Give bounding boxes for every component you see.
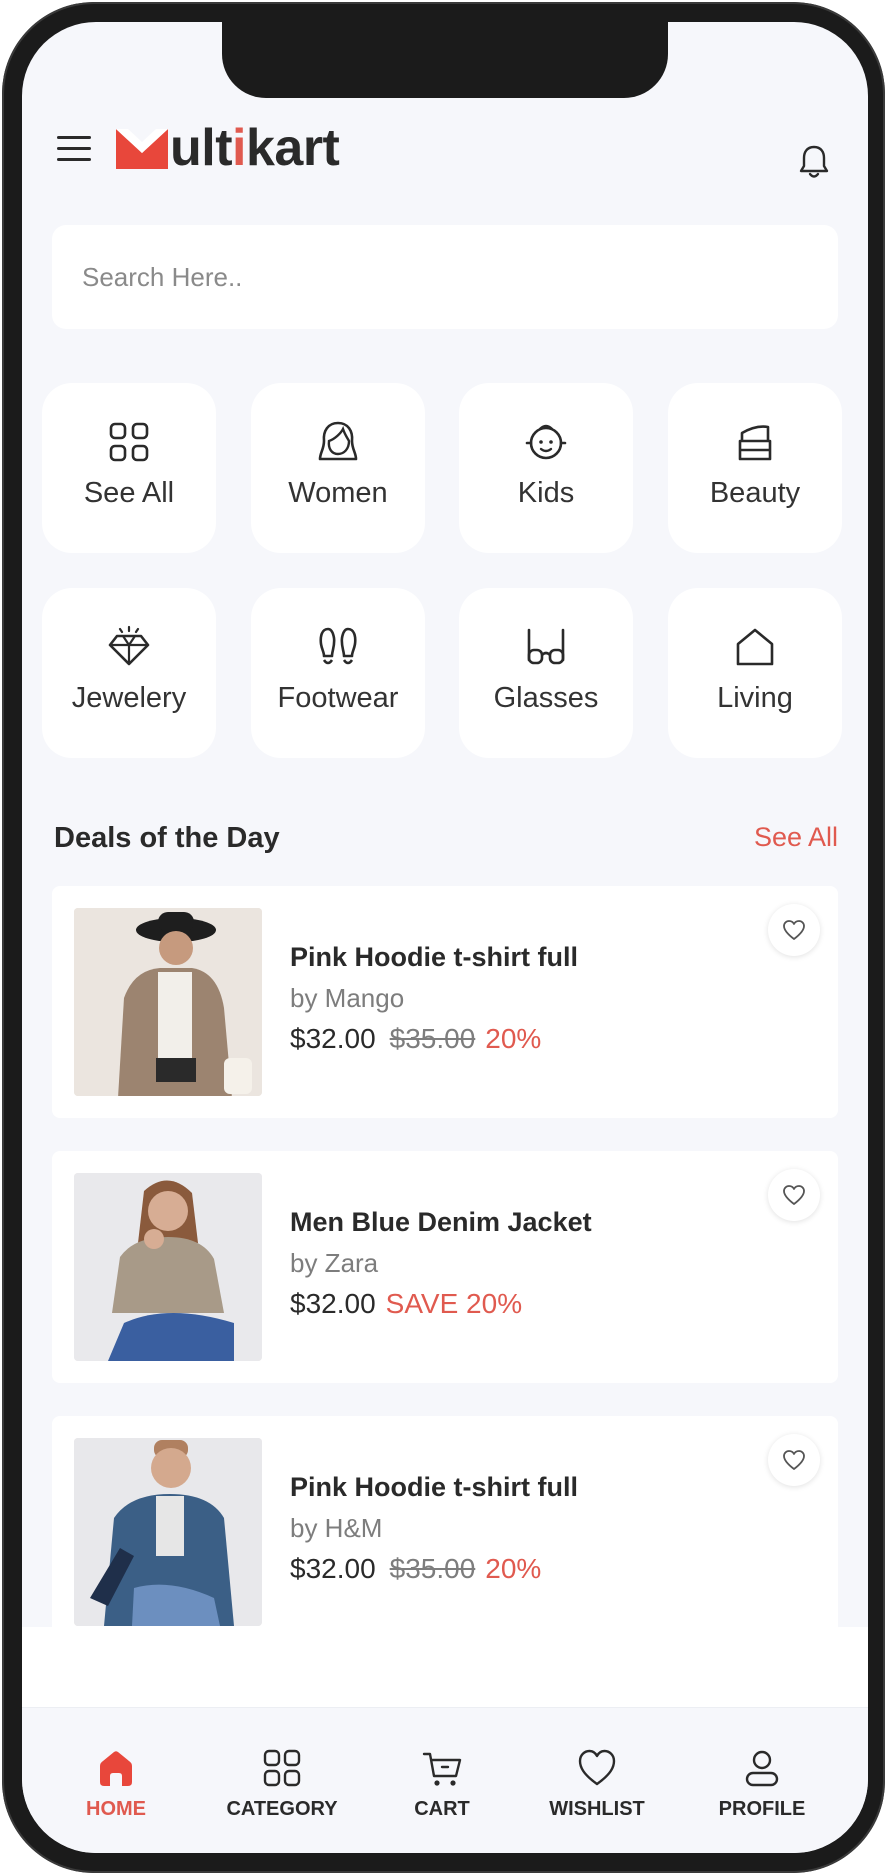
category-women[interactable]: Women (251, 383, 425, 553)
product-old-price: $35.00 (389, 1023, 476, 1054)
logo-mark-icon (116, 129, 168, 169)
deal-card[interactable]: Pink Hoodie t-shirt full by H&M $32.00 $3… (52, 1416, 838, 1648)
grid-icon (263, 1749, 301, 1787)
category-label: Women (288, 477, 388, 509)
deal-card[interactable]: Men Blue Denim Jacket by Zara $32.00 SAVE… (52, 1151, 838, 1383)
hamburger-line (57, 147, 91, 150)
wishlist-toggle[interactable] (768, 904, 820, 956)
notification-button[interactable] (798, 144, 838, 188)
heart-icon (783, 1450, 805, 1470)
product-brand: by Mango (290, 983, 405, 1013)
product-photo-woman-trench (74, 908, 262, 1096)
category-living[interactable]: Living (668, 588, 842, 758)
category-kids[interactable]: Kids (459, 383, 633, 553)
cart-icon (422, 1752, 462, 1786)
product-price: $32.00 (290, 1288, 376, 1319)
category-jewelery[interactable]: Jewelery (42, 588, 216, 758)
nav-label: CART (414, 1798, 470, 1820)
product-image (74, 1438, 262, 1626)
logo-accent-letter: i (232, 119, 246, 177)
product-prices: $32.00 $35.00 20% (290, 1023, 541, 1055)
logo-text-accent: kart (245, 119, 340, 177)
house-icon (736, 628, 774, 666)
product-photo-man-denim (74, 1438, 262, 1626)
product-prices: $32.00 SAVE 20% (290, 1288, 522, 1320)
nav-label: HOME (86, 1798, 146, 1820)
product-brand: by Zara (290, 1248, 379, 1278)
nav-profile[interactable]: PROFILE (692, 1746, 832, 1821)
diamond-icon (108, 625, 150, 666)
category-beauty[interactable]: Beauty (668, 383, 842, 553)
nav-category[interactable]: CATEGORY (212, 1746, 352, 1821)
nav-cart[interactable]: CART (372, 1746, 512, 1821)
app-logo: ultikart (116, 118, 340, 178)
category-glasses[interactable]: Glasses (459, 588, 633, 758)
phone-notch (222, 22, 668, 98)
wishlist-toggle[interactable] (768, 1169, 820, 1221)
nav-wishlist[interactable]: WISHLIST (527, 1746, 667, 1821)
product-name: Pink Hoodie t-shirt full (290, 942, 578, 972)
nav-label: CATEGORY (226, 1798, 338, 1820)
bell-icon (799, 145, 829, 178)
product-image (74, 1173, 262, 1361)
product-discount: 20% (485, 1553, 542, 1584)
nav-label: WISHLIST (549, 1798, 645, 1820)
hamburger-line (57, 158, 91, 161)
category-label: Beauty (709, 477, 801, 509)
product-discount: 20% (485, 1023, 542, 1054)
product-photo-woman-jacket (74, 1173, 262, 1361)
search-input[interactable] (52, 225, 838, 329)
product-price: $32.00 (290, 1023, 376, 1054)
hamburger-menu-icon (57, 136, 91, 139)
product-brand: by H&M (290, 1513, 383, 1543)
nav-home[interactable]: HOME (46, 1746, 186, 1821)
product-save-badge: SAVE 20% (385, 1288, 523, 1319)
woman-icon (318, 421, 358, 461)
kid-icon (525, 424, 567, 460)
product-old-price: $35.00 (389, 1553, 476, 1584)
category-label: See All (83, 477, 175, 509)
logo-text-main: ulti (170, 119, 246, 177)
category-see-all[interactable]: See All (42, 383, 216, 553)
product-price: $32.00 (290, 1553, 376, 1584)
bottom-navigation: HOME CATEGORY CART WISHLIST PROFILE (22, 1707, 868, 1853)
product-name: Pink Hoodie t-shirt full (290, 1472, 578, 1502)
scroll-fade (22, 1627, 868, 1707)
heart-icon (783, 1185, 805, 1205)
category-footwear[interactable]: Footwear (251, 588, 425, 758)
glasses-icon (527, 628, 565, 665)
user-icon (745, 1750, 779, 1787)
product-prices: $32.00 $35.00 20% (290, 1553, 541, 1585)
cosmetics-icon (738, 425, 772, 461)
product-name: Men Blue Denim Jacket (290, 1207, 592, 1237)
home-icon (100, 1751, 132, 1786)
logo-text: ultikart (170, 118, 340, 178)
category-label: Footwear (277, 682, 399, 714)
deals-section-title: Deals of the Day (54, 822, 280, 854)
see-all-deals-link[interactable]: See All (754, 822, 838, 853)
deal-card[interactable]: Pink Hoodie t-shirt full by Mango $32.00… (52, 886, 838, 1118)
product-image (74, 908, 262, 1096)
heart-icon (578, 1749, 616, 1786)
footprints-icon (319, 627, 357, 665)
grid-icon (109, 422, 149, 462)
category-label: Jewelery (71, 682, 187, 714)
category-label: Kids (517, 477, 575, 509)
app-screen: ultikart See All Women K (22, 22, 868, 1853)
wishlist-toggle[interactable] (768, 1434, 820, 1486)
category-label: Glasses (493, 682, 599, 714)
menu-button[interactable] (54, 132, 94, 168)
nav-label: PROFILE (718, 1798, 806, 1820)
phone-frame: ultikart See All Women K (2, 2, 885, 1873)
category-label: Living (717, 682, 793, 714)
heart-icon (783, 920, 805, 940)
